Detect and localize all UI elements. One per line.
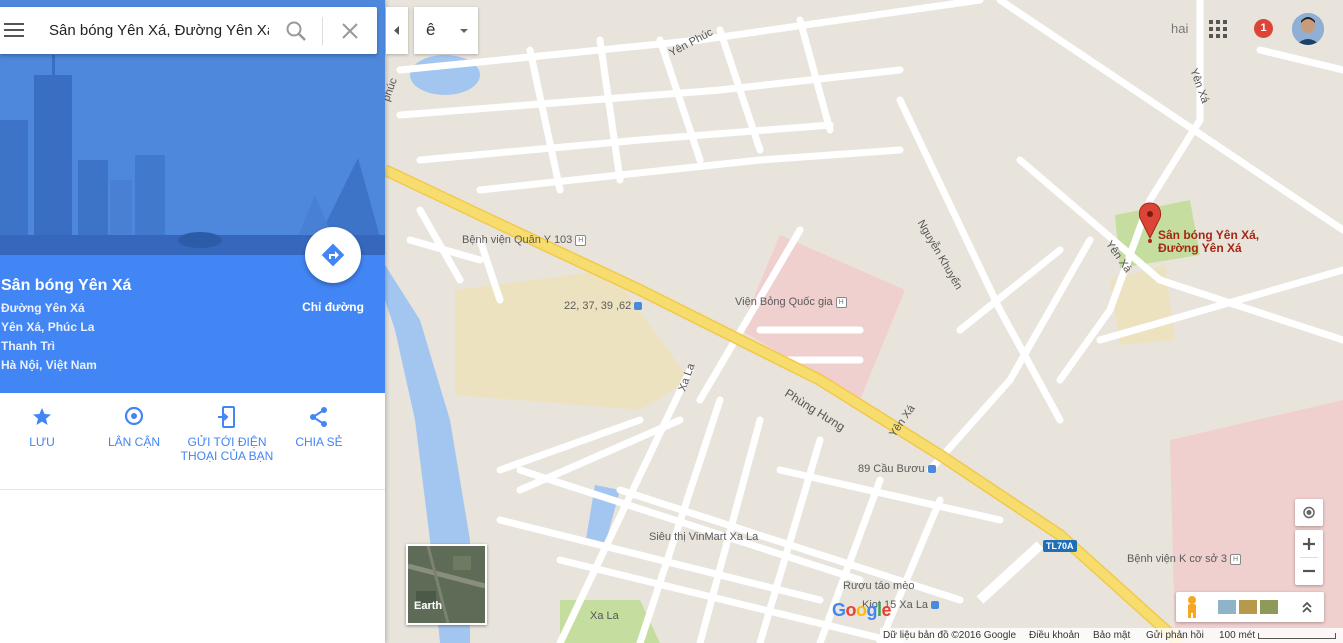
pegman-icon[interactable] [1184, 595, 1200, 619]
search-box: Sân bóng Yên Xá, Đường Yên Xá, Y [0, 7, 377, 54]
earth-view-toggle[interactable]: Earth [406, 544, 487, 625]
zoom-control [1295, 530, 1323, 585]
scale-bar [1258, 633, 1336, 639]
poi-label: Siêu thị VinMart Xa La [649, 531, 759, 543]
layer-select[interactable]: ê [414, 7, 478, 54]
expand-up-icon[interactable] [1300, 599, 1314, 615]
place-title: Sân bóng Yên Xá [1, 277, 132, 294]
account-name[interactable]: hai [1171, 21, 1188, 36]
imagery-thumbnail[interactable] [1260, 600, 1278, 614]
poi-ruou[interactable]: Rượu táo mèo [843, 580, 914, 592]
hospital-icon: H [835, 296, 847, 308]
terms-link[interactable]: Điều khoản [1029, 630, 1080, 641]
poi-label: 22, 37, 39 ,62 [564, 300, 632, 312]
zoom-in-icon[interactable] [1295, 530, 1323, 557]
notifications-badge[interactable]: 1 [1254, 19, 1273, 38]
layer-select-value: ê [426, 20, 436, 39]
address-line: Hà Nội, Việt Nam [1, 358, 97, 372]
save-button[interactable]: LƯU [0, 405, 90, 449]
bus-icon [927, 465, 936, 474]
poi-label: Viện Bỏng Quốc gia [735, 296, 833, 308]
search-input[interactable]: Sân bóng Yên Xá, Đường Yên Xá, Y [49, 22, 269, 39]
place-panel: Sân bóng Yên Xá Đường Yên Xá Yên Xá, Phú… [0, 0, 385, 643]
poi-cau-buou[interactable]: 89 Cầu Bươu [858, 463, 936, 475]
my-location-icon [1303, 506, 1315, 519]
scale-label[interactable]: 100 mét [1219, 630, 1255, 641]
place-info-card: Sân bóng Yên Xá Đường Yên Xá Yên Xá, Phú… [0, 227, 385, 393]
poi-benh-vien-quan-y[interactable]: Bệnh viện Quân Y 103 H [462, 234, 587, 246]
nearby-button[interactable]: LÂN CẬN [86, 405, 182, 449]
privacy-link[interactable]: Bảo mật [1093, 630, 1130, 641]
search-icon[interactable] [285, 20, 307, 42]
search-divider [322, 17, 323, 45]
bus-icon [931, 601, 940, 610]
send-to-phone-label: GỬI TỚI ĐIỆN THOẠI CỦA BẠN [180, 435, 274, 463]
poi-benh-vien-k[interactable]: Bệnh viện K cơ sở 3H [1127, 553, 1242, 565]
menu-icon[interactable] [4, 21, 24, 39]
poi-label: Rượu táo mèo [843, 580, 915, 592]
avatar[interactable] [1292, 13, 1324, 45]
close-icon[interactable] [339, 20, 361, 42]
poi-label: 89 Cầu Bươu [858, 463, 925, 475]
nearby-label: LÂN CẬN [107, 435, 160, 449]
feedback-link[interactable]: Gửi phản hồi [1146, 630, 1204, 641]
nearby-pin-icon [124, 406, 144, 426]
marker-label-line2: Đường Yên Xá [1158, 241, 1242, 255]
directions-button[interactable] [305, 227, 361, 283]
road-label-xa-la-bottom: Xa La [590, 610, 619, 622]
share-icon [310, 407, 327, 427]
poi-label: Bệnh viện K cơ sở 3 [1127, 553, 1228, 565]
hospital-icon: H [575, 234, 587, 246]
earth-label: Earth [414, 600, 443, 612]
map-footer: Dữ liệu bản đồ ©2016 Google Điều khoản B… [880, 628, 1343, 643]
my-location-button[interactable] [1295, 499, 1323, 526]
directions-icon [321, 243, 345, 267]
poi-bus-stop-22[interactable]: 22, 37, 39 ,62 [564, 300, 643, 312]
poi-label: Bệnh viện Quân Y 103 [462, 234, 573, 246]
poi-vinmart[interactable]: Siêu thị VinMart Xa La [649, 531, 758, 543]
share-button[interactable]: CHIA SẺ [271, 405, 367, 449]
map-data-attribution: Dữ liệu bản đồ ©2016 Google [883, 630, 1017, 641]
address-line: Thanh Trì [1, 339, 55, 353]
send-to-phone-icon [218, 406, 235, 428]
collapse-panel-button[interactable] [386, 7, 408, 54]
address-line: Đường Yên Xá [1, 301, 85, 315]
imagery-strip [1176, 592, 1324, 622]
place-actions: LƯU LÂN CẬN GỬI TỚI ĐIỆN THOẠI CỦA BẠN C… [0, 393, 385, 490]
save-label: LƯU [29, 435, 55, 449]
poi-vien-bong[interactable]: Viện Bỏng Quốc gia H [735, 296, 847, 308]
zoom-out-icon[interactable] [1295, 558, 1323, 585]
imagery-thumbnail[interactable] [1218, 600, 1236, 614]
chevron-down-icon [460, 29, 468, 33]
imagery-thumbnail[interactable] [1239, 600, 1257, 614]
address-line: Yên Xá, Phúc La [1, 320, 95, 334]
bus-icon [634, 302, 643, 311]
star-icon [33, 408, 51, 425]
chevron-left-icon [394, 26, 399, 35]
hospital-icon: H [1230, 553, 1242, 565]
directions-label[interactable]: Chỉ đường [292, 300, 374, 314]
share-label: CHIA SẺ [295, 435, 343, 449]
apps-grid-icon[interactable] [1209, 20, 1227, 38]
marker-label[interactable]: Sân bóng Yên Xá, Đường Yên Xá [1158, 229, 1259, 255]
route-shield-tl70a: TL70A [1043, 540, 1077, 552]
send-to-phone-button[interactable]: GỬI TỚI ĐIỆN THOẠI CỦA BẠN [179, 405, 275, 463]
google-logo: Google [832, 600, 892, 620]
